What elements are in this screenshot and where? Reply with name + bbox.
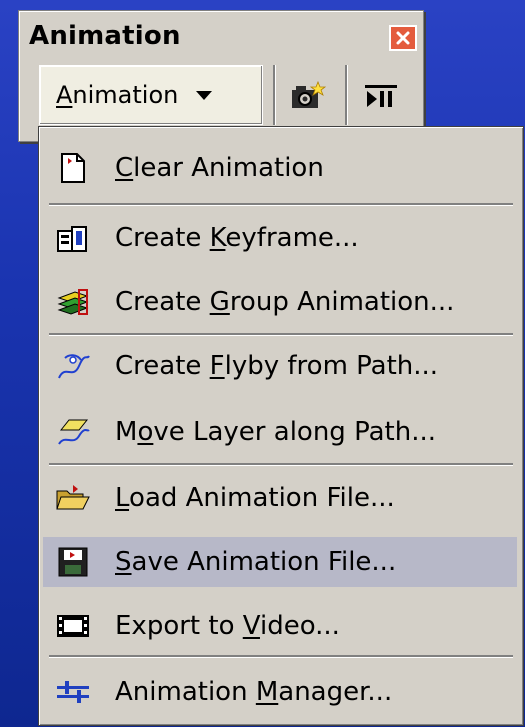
menu-item-create-keyframe[interactable]: Create Keyframe... bbox=[43, 213, 517, 263]
menu-divider bbox=[49, 463, 513, 465]
menu-item-label: Animation Manager... bbox=[115, 677, 393, 707]
toolbar-separator bbox=[273, 65, 275, 125]
menu-item-label: Load Animation File... bbox=[115, 483, 395, 513]
blank-page-icon bbox=[53, 150, 93, 186]
open-folder-icon bbox=[53, 480, 93, 516]
floppy-disk-icon bbox=[53, 544, 93, 580]
menu-item-move-layer-along-path[interactable]: Move Layer along Path... bbox=[43, 407, 517, 457]
keyframe-icon bbox=[53, 220, 93, 256]
menu-item-animation-manager[interactable]: Animation Manager... bbox=[43, 667, 517, 717]
close-icon bbox=[396, 31, 410, 45]
toolbar-separator bbox=[345, 65, 347, 125]
toolbar-row: Animation bbox=[19, 59, 423, 131]
menu-item-create-flyby[interactable]: Create Flyby from Path... bbox=[43, 341, 517, 391]
camera-icon[interactable] bbox=[287, 79, 327, 113]
window-title: Animation bbox=[29, 21, 181, 51]
menu-divider bbox=[49, 655, 513, 657]
menu-item-label: Create Keyframe... bbox=[115, 223, 359, 253]
animation-dropdown-button[interactable]: Animation bbox=[39, 65, 263, 125]
manager-sliders-icon bbox=[53, 674, 93, 710]
play-pause-icon[interactable] bbox=[361, 79, 401, 113]
film-strip-icon bbox=[53, 608, 93, 644]
move-layer-path-icon bbox=[53, 414, 93, 450]
titlebar[interactable]: Animation bbox=[19, 11, 423, 57]
animation-menu: Clear Animation Create Keyframe... Creat… bbox=[38, 126, 524, 726]
menu-item-label: Create Flyby from Path... bbox=[115, 351, 439, 381]
group-layers-icon bbox=[53, 284, 93, 320]
menu-item-create-group-animation[interactable]: Create Group Animation... bbox=[43, 277, 517, 327]
menu-divider bbox=[49, 333, 513, 335]
close-button[interactable] bbox=[389, 25, 417, 51]
menu-item-label: Clear Animation bbox=[115, 153, 324, 183]
dropdown-label: Animation bbox=[56, 81, 179, 109]
menu-item-label: Create Group Animation... bbox=[115, 287, 455, 317]
menu-item-export-to-video[interactable]: Export to Video... bbox=[43, 601, 517, 651]
animation-toolbar-window: Animation Animation bbox=[18, 10, 424, 142]
menu-item-label: Export to Video... bbox=[115, 611, 340, 641]
menu-item-save-animation-file[interactable]: Save Animation File... bbox=[43, 537, 517, 587]
menu-item-label: Move Layer along Path... bbox=[115, 417, 436, 447]
flyby-path-icon bbox=[53, 348, 93, 384]
chevron-down-icon bbox=[196, 90, 213, 100]
menu-item-label: Save Animation File... bbox=[115, 547, 397, 577]
menu-item-load-animation-file[interactable]: Load Animation File... bbox=[43, 473, 517, 523]
menu-divider bbox=[49, 203, 513, 205]
menu-item-clear-animation[interactable]: Clear Animation bbox=[43, 143, 517, 193]
